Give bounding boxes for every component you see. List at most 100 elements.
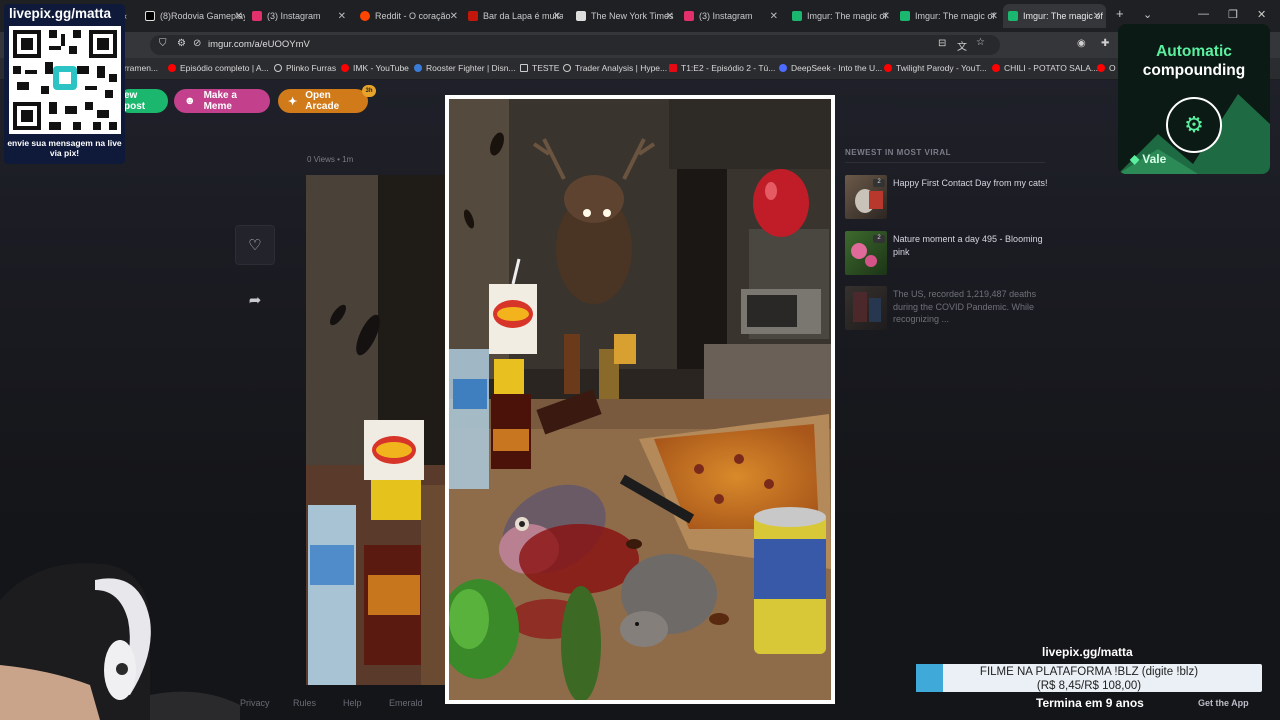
new-tab-button[interactable]: + [1116, 6, 1124, 21]
bookmark-folder[interactable]: TESTE [520, 63, 559, 73]
bookmark-label: T1:E2 - Episódio 2 - Tú... [681, 63, 776, 73]
close-window-button[interactable]: ✕ [1257, 8, 1266, 21]
close-icon[interactable]: ✕ [338, 11, 346, 22]
tab-search-button[interactable]: ⌄ [1143, 8, 1152, 21]
make-meme-button[interactable]: ☻ Make a Meme [174, 89, 270, 113]
like-button[interactable]: ♡ [235, 225, 275, 265]
close-icon[interactable]: ✕ [666, 11, 674, 22]
tab-imgur-1[interactable]: Imgur: The magic of ✕ [792, 4, 892, 28]
tab-reddit[interactable]: Reddit - O coração ✕ [360, 4, 460, 28]
post-title: The US, recorded 1,219,487 deaths during… [893, 289, 1037, 324]
tab-label: Reddit - O coração [375, 11, 451, 21]
url-text[interactable]: imgur.com/a/eUOOYmV [208, 39, 310, 50]
imgur-icon [1008, 11, 1018, 21]
bookmark-item[interactable]: Episódio completo | A... [168, 63, 269, 73]
netflix-icon [669, 64, 677, 72]
bookmark-star-icon[interactable]: ☆ [976, 37, 985, 48]
goal-amount: (R$ 8,45/R$ 108,00) [1036, 680, 1142, 692]
tab-imgur-2[interactable]: Imgur: The magic of ✕ [900, 4, 1000, 28]
tune-icon[interactable]: ⚙ [177, 38, 186, 49]
post-image-background [306, 175, 446, 685]
tab-imgur-active[interactable]: Imgur: The magic of ✕ [1003, 4, 1106, 28]
youtube-icon [1097, 64, 1105, 72]
bookmark-item[interactable]: rramen... [124, 63, 158, 73]
bookmark-label: DeepSeek - Into the U... [791, 63, 883, 73]
close-icon[interactable]: ✕ [553, 11, 561, 22]
bookmark-item[interactable]: Trader Analysis | Hype... [563, 63, 667, 73]
viral-heading: NEWEST IN MOST VIRAL [845, 148, 951, 157]
bookmark-item[interactable]: T1:E2 - Episódio 2 - Tú... [669, 63, 775, 73]
post-views: 0 Views • 1m [307, 155, 354, 164]
gamepad-icon: ✦ [288, 95, 298, 108]
reddit-icon [360, 11, 370, 21]
post-image[interactable] [449, 99, 831, 700]
bookmark-label: TESTE [532, 63, 560, 73]
get-app-link[interactable]: Get the App [1198, 698, 1249, 708]
bookmark-item[interactable]: O [1097, 63, 1116, 73]
close-icon[interactable]: ✕ [990, 11, 998, 22]
tab-bar-da-lapa[interactable]: Bar da Lapa é multa ✕ [468, 4, 563, 28]
footer-link-rules[interactable]: Rules [293, 698, 316, 708]
extension-icon[interactable]: ◉ [1077, 38, 1086, 49]
ad-brand: ◆ Vale [1130, 152, 1166, 166]
tab-scroll-left[interactable]: ‹ [124, 4, 134, 28]
close-icon[interactable]: ✕ [770, 11, 778, 22]
bookmark-item[interactable]: CHILI - POTATO SALA... [992, 63, 1098, 73]
footer-link-help[interactable]: Help [343, 698, 362, 708]
translate-icon[interactable]: 文 [957, 38, 967, 53]
instagram-icon [684, 11, 694, 21]
deepseek-icon [779, 64, 787, 72]
tab-label: Imgur: The magic of [915, 11, 995, 21]
disney-icon [414, 64, 422, 72]
close-icon[interactable]: ✕ [1093, 11, 1101, 22]
share-button[interactable]: ➦ [235, 280, 275, 320]
youtube-icon [884, 64, 892, 72]
viral-post-item[interactable]: The US, recorded 1,219,487 deaths during… [845, 286, 1045, 332]
make-meme-label: Make a Meme [203, 90, 237, 112]
arcade-badge: 3h [362, 85, 376, 97]
viral-post-item[interactable]: 2 Happy First Contact Day from my cats! [845, 175, 1048, 221]
coins-gear-icon: ⚙ [1166, 97, 1222, 153]
close-icon[interactable]: ✕ [235, 11, 243, 22]
ad-brand-label: Vale [1142, 152, 1167, 166]
album-count-badge: 2 [873, 179, 885, 187]
bookmark-label: Episódio completo | A... [180, 63, 269, 73]
globe-icon [563, 64, 571, 72]
new-post-label: ew post [124, 90, 146, 112]
imgur-icon [900, 11, 910, 21]
livepix-title: livepix.gg/matta [9, 6, 112, 21]
tab-instagram-1[interactable]: (3) Instagram ✕ [252, 4, 352, 28]
maximize-button[interactable]: ❐ [1228, 8, 1238, 21]
tab-label: Imgur: The magic of [807, 11, 887, 21]
album-count-badge: 2 [873, 235, 885, 243]
bookmark-label: O [1109, 63, 1116, 73]
vale-logo-icon: ◆ [1130, 152, 1140, 166]
youtube-icon [168, 64, 176, 72]
youtube-icon [341, 64, 349, 72]
tab-instagram-2[interactable]: (3) Instagram ✕ [684, 4, 784, 28]
bookmark-item[interactable]: Plinko Furras [274, 63, 336, 73]
donation-goal-progress [916, 664, 943, 692]
youtube-icon [992, 64, 1000, 72]
footer-link-emerald[interactable]: Emerald [389, 698, 423, 708]
close-icon[interactable]: ✕ [882, 11, 890, 22]
bookmark-item[interactable]: Twilight Parody - YouT... [884, 63, 987, 73]
bookmark-item[interactable]: DeepSeek - Into the U... [779, 63, 882, 73]
minimize-button[interactable]: — [1198, 8, 1209, 20]
bookmark-item[interactable]: Rooster Fighter | Disn... [414, 63, 516, 73]
bookmark-item[interactable]: IMK - YouTube [341, 63, 409, 73]
viral-post-item[interactable]: 2 Nature moment a day 495 - Blooming pin… [845, 231, 1045, 277]
footer-link-privacy[interactable]: Privacy [240, 698, 270, 708]
close-icon[interactable]: ✕ [450, 11, 458, 22]
tab-bar: ‹ (8)Rodovia Gameplay ✕ (3) Instagram ✕ … [0, 0, 1280, 32]
open-arcade-button[interactable]: ✦ Open Arcade [278, 89, 368, 113]
tab-nytimes[interactable]: The New York Times ✕ [576, 4, 676, 28]
bookmark-label: Twilight Parody - YouT... [896, 63, 987, 73]
tab-rodovia[interactable]: (8)Rodovia Gameplay ✕ [145, 4, 245, 28]
share-arrow-icon: ➦ [248, 292, 262, 309]
install-app-icon[interactable]: ⊟ [938, 38, 946, 49]
tab-label: (3) Instagram [267, 11, 321, 21]
site-info-icon[interactable]: ⛉ [159, 38, 167, 49]
puzzle-icon[interactable]: ✚ [1101, 38, 1109, 49]
new-post-button[interactable]: ew post [118, 89, 168, 113]
